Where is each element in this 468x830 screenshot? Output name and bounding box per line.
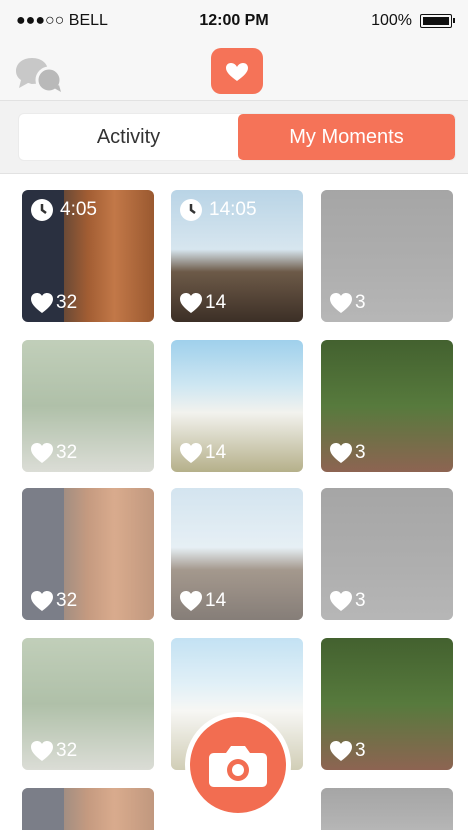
likes-count: 14 — [205, 292, 227, 313]
likes-count: 3 — [355, 590, 366, 611]
moment-tile[interactable]: 3 — [321, 638, 453, 770]
nav-bar — [0, 44, 468, 101]
likes-count: 14 — [205, 442, 227, 463]
timer-value: 14:05 — [209, 199, 257, 220]
heart-icon — [330, 443, 352, 463]
segmented-control: Activity My Moments — [18, 113, 456, 161]
status-bar: ●●●○○ BELL 12:00 PM 100% — [0, 0, 468, 44]
camera-heart-icon[interactable] — [211, 48, 263, 94]
likes-count: 32 — [56, 590, 78, 611]
moment-tile[interactable] — [321, 788, 453, 830]
heart-icon — [180, 591, 202, 611]
timer-badge: 14:05 — [179, 198, 257, 222]
moment-tile[interactable]: 14:05 14 — [171, 190, 303, 322]
likes-badge: 3 — [329, 590, 366, 612]
moment-tile[interactable]: 32 — [22, 638, 154, 770]
battery-icon — [420, 14, 455, 28]
heart-icon — [31, 293, 53, 313]
tab-activity[interactable]: Activity — [19, 114, 238, 160]
timer-value: 4:05 — [60, 199, 97, 220]
moment-tile[interactable]: 3 — [321, 340, 453, 472]
clock-icon — [31, 199, 53, 221]
likes-badge: 32 — [30, 292, 77, 314]
heart-icon — [31, 591, 53, 611]
likes-badge: 3 — [329, 292, 366, 314]
moment-tile[interactable]: 4:05 32 — [22, 190, 154, 322]
clock-icon — [180, 199, 202, 221]
likes-count: 32 — [56, 292, 78, 313]
heart-icon — [31, 741, 53, 761]
likes-badge: 14 — [179, 590, 226, 612]
likes-badge: 32 — [30, 442, 77, 464]
camera-icon — [209, 746, 267, 787]
chat-bubbles-icon[interactable] — [14, 54, 66, 94]
heart-icon — [330, 293, 352, 313]
tab-my-moments[interactable]: My Moments — [238, 114, 455, 160]
heart-icon — [330, 741, 352, 761]
heart-icon — [180, 443, 202, 463]
camera-button[interactable] — [185, 712, 291, 818]
heart-icon — [31, 443, 53, 463]
battery-percent: 100% — [371, 12, 412, 29]
heart-icon — [330, 591, 352, 611]
moment-tile[interactable]: 32 — [22, 488, 154, 620]
likes-count: 14 — [205, 590, 227, 611]
moment-tile[interactable]: 14 — [171, 488, 303, 620]
likes-count: 3 — [355, 740, 366, 761]
heart-icon — [180, 293, 202, 313]
likes-count: 32 — [56, 740, 78, 761]
likes-badge: 3 — [329, 740, 366, 762]
moment-tile[interactable]: 14 — [171, 340, 303, 472]
segment-bar: Activity My Moments — [0, 101, 468, 174]
likes-count: 3 — [355, 292, 366, 313]
likes-badge: 14 — [179, 442, 226, 464]
likes-count: 3 — [355, 442, 366, 463]
moment-tile[interactable]: 32 — [22, 340, 154, 472]
likes-badge: 14 — [179, 292, 226, 314]
moment-tile[interactable] — [22, 788, 154, 830]
likes-badge: 32 — [30, 740, 77, 762]
likes-badge: 3 — [329, 442, 366, 464]
moment-tile[interactable]: 3 — [321, 488, 453, 620]
likes-badge: 32 — [30, 590, 77, 612]
moment-tile[interactable]: 3 — [321, 190, 453, 322]
likes-count: 32 — [56, 442, 78, 463]
timer-badge: 4:05 — [30, 198, 97, 222]
